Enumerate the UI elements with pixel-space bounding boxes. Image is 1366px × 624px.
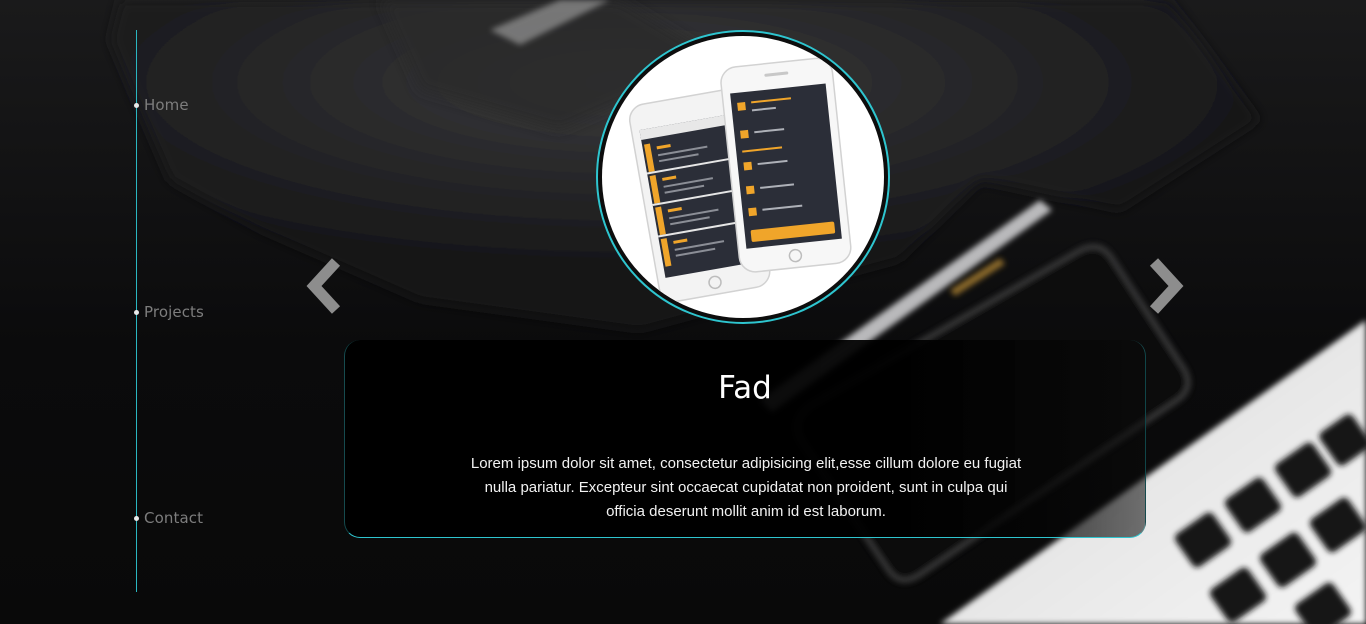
nav-dot [134,515,139,521]
chevron-right-icon [1149,258,1184,314]
nav-dot [134,102,139,108]
project-description: Lorem ipsum dolor sit amet, consectetur … [470,455,1022,520]
nav-item-home[interactable]: Home [134,96,189,114]
nav-item-contact[interactable]: Contact [134,509,203,527]
nav-label-home: Home [144,96,189,114]
chevron-left-icon [306,258,341,314]
project-info-card: Fad Lorem ipsum dolor sit amet, consecte… [344,340,1146,538]
nav-item-projects[interactable]: Projects [134,303,204,321]
page: Home Projects Contact Fad Lorem ipsum do… [0,0,1366,624]
nav-label-contact: Contact [144,509,204,527]
nav-dot [134,309,139,315]
nav-label-projects: Projects [144,303,204,321]
project-image [602,36,884,318]
project-title: Fad [718,370,772,406]
project-image-frame [596,30,890,324]
carousel-next-button[interactable] [1146,258,1186,314]
carousel-prev-button[interactable] [304,258,344,314]
